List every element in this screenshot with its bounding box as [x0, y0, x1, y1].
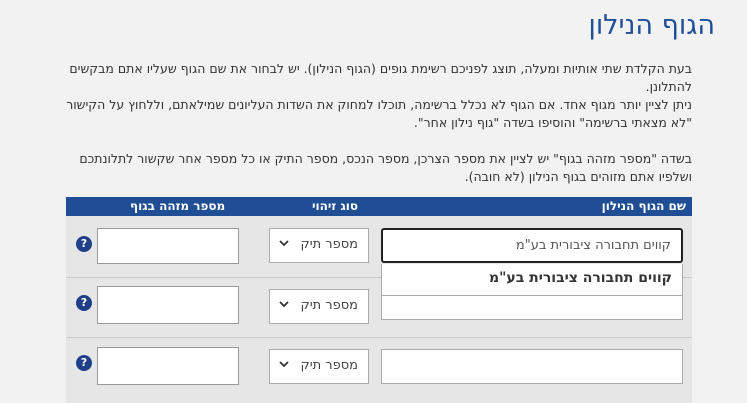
chevron-down-icon [279, 301, 289, 308]
id-type-value: מספר תיק [300, 298, 358, 313]
autocomplete-option[interactable]: קווים תחבורה ציבורית בע"מ [489, 270, 672, 286]
body-name-value: קווים תחבורה ציבורית בע"מ [515, 238, 671, 253]
header-id-type: סוג זיהוי [312, 199, 359, 213]
header-id-number: מספר מזהה בגוף [130, 199, 226, 213]
instructions-paragraph-1: בעת הקלדת שתי אותיות ומעלה, תוצג לפניכם … [69, 61, 692, 94]
id-type-select-1[interactable]: מספר תיק [269, 228, 369, 263]
page-title: הגוף הנילון [588, 10, 715, 41]
bodies-table: שם הגוף הנילון סוג זיהוי מספר מזהה בגוף … [66, 197, 692, 403]
autocomplete-dropdown: קווים תחבורה ציבורית בע"מ [381, 264, 683, 296]
chevron-down-icon [279, 361, 289, 368]
id-type-value: מספר תיק [300, 237, 358, 252]
id-type-select-3[interactable]: מספר תיק [269, 349, 369, 384]
instructions-paragraph-3: בשדה "מספר מזהה בגוף" יש לציין את מספר ה… [79, 151, 692, 184]
body-name-input-3[interactable] [381, 349, 683, 384]
help-icon[interactable]: ? [76, 295, 92, 311]
table-header: שם הגוף הנילון סוג זיהוי מספר מזהה בגוף [66, 197, 692, 216]
id-number-input-1[interactable] [97, 228, 239, 264]
header-body-name: שם הגוף הנילון [601, 199, 686, 213]
id-number-input-2[interactable] [97, 286, 239, 324]
row-divider [66, 337, 692, 338]
help-icon[interactable]: ? [76, 236, 92, 252]
id-type-select-2[interactable]: מספר תיק [269, 289, 369, 324]
body-name-input-1[interactable]: קווים תחבורה ציבורית בע"מ [381, 228, 683, 263]
chevron-down-icon [279, 240, 289, 247]
help-icon[interactable]: ? [76, 355, 92, 371]
instructions-paragraph-2: ניתן לציין יותר מגוף אחד. אם הגוף לא נכל… [66, 97, 692, 130]
id-number-input-3[interactable] [97, 347, 239, 385]
id-type-value: מספר תיק [300, 358, 358, 373]
